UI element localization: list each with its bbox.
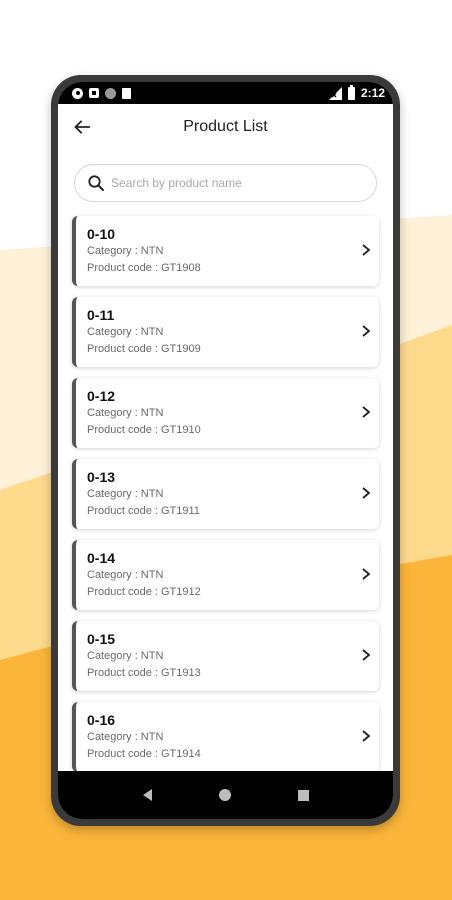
product-category: Category : NTN bbox=[87, 407, 164, 419]
chevron-right-icon bbox=[362, 406, 371, 418]
product-category: Category : NTN bbox=[87, 488, 164, 500]
status-time: 2:12 bbox=[360, 86, 385, 100]
sim-card-icon bbox=[122, 87, 131, 99]
product-name: 0-12 bbox=[87, 388, 116, 404]
chevron-right-icon bbox=[362, 649, 371, 661]
chevron-right-icon bbox=[362, 487, 371, 499]
product-code: Product code : GT1909 bbox=[87, 343, 201, 355]
product-code: Product code : GT1911 bbox=[87, 505, 200, 517]
product-card[interactable]: 0-11 Category : NTN Product code : GT190… bbox=[72, 297, 379, 367]
status-left-icons bbox=[72, 87, 131, 99]
battery-icon bbox=[347, 84, 355, 100]
product-category: Category : NTN bbox=[87, 731, 164, 743]
back-triangle-icon bbox=[142, 789, 152, 801]
product-category: Category : NTN bbox=[87, 569, 164, 581]
product-category: Category : NTN bbox=[87, 245, 164, 257]
product-list: 0-10 Category : NTN Product code : GT190… bbox=[58, 216, 393, 772]
product-code: Product code : GT1914 bbox=[87, 748, 201, 760]
product-code: Product code : GT1913 bbox=[87, 667, 201, 679]
product-name: 0-15 bbox=[87, 631, 116, 647]
recents-square-icon bbox=[298, 789, 310, 801]
product-name: 0-10 bbox=[87, 226, 116, 242]
product-card[interactable]: 0-16 Category : NTN Product code : GT191… bbox=[72, 702, 379, 772]
chevron-right-icon bbox=[362, 325, 371, 337]
search-input[interactable] bbox=[111, 176, 364, 190]
product-card[interactable]: 0-10 Category : NTN Product code : GT190… bbox=[72, 216, 379, 286]
product-name: 0-11 bbox=[87, 307, 115, 323]
product-card[interactable]: 0-13 Category : NTN Product code : GT191… bbox=[72, 459, 379, 529]
app-header: Product List bbox=[58, 104, 393, 150]
signal-icon bbox=[328, 86, 342, 100]
product-name: 0-13 bbox=[87, 469, 116, 485]
home-circle-icon bbox=[219, 789, 232, 801]
product-name: 0-14 bbox=[87, 550, 116, 566]
status-bar: 2:12 bbox=[58, 82, 393, 104]
circle-icon bbox=[105, 87, 116, 99]
status-right-icons: 2:12 bbox=[328, 84, 385, 100]
nav-home-button[interactable] bbox=[213, 783, 237, 807]
system-nav-bar bbox=[58, 771, 393, 819]
product-code: Product code : GT1912 bbox=[87, 586, 201, 598]
search-bar[interactable] bbox=[74, 164, 377, 202]
nav-back-button[interactable] bbox=[135, 783, 159, 807]
product-name: 0-16 bbox=[87, 712, 116, 728]
product-category: Category : NTN bbox=[87, 650, 164, 662]
product-category: Category : NTN bbox=[87, 326, 164, 338]
chevron-right-icon bbox=[362, 730, 371, 742]
product-code: Product code : GT1910 bbox=[87, 424, 201, 436]
product-card[interactable]: 0-12 Category : NTN Product code : GT191… bbox=[72, 378, 379, 448]
nav-recents-button[interactable] bbox=[292, 783, 316, 807]
settings-icon bbox=[72, 87, 83, 99]
product-card[interactable]: 0-15 Category : NTN Product code : GT191… bbox=[72, 621, 379, 691]
chevron-right-icon bbox=[362, 568, 371, 580]
search-icon bbox=[88, 175, 104, 191]
product-code: Product code : GT1908 bbox=[87, 262, 201, 274]
sd-card-icon bbox=[89, 88, 99, 98]
product-card[interactable]: 0-14 Category : NTN Product code : GT191… bbox=[72, 540, 379, 610]
phone-screen: 2:12 Product List 0-10 Category : NTN Pr… bbox=[58, 82, 393, 819]
arrow-left-icon bbox=[74, 120, 90, 134]
page-title: Product List bbox=[183, 118, 268, 135]
back-button[interactable] bbox=[72, 117, 92, 137]
chevron-right-icon bbox=[362, 244, 371, 256]
